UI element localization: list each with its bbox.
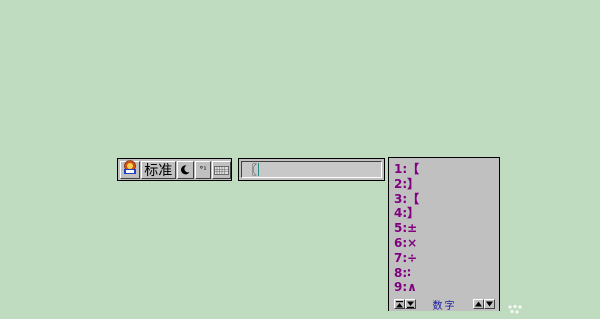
candidate-item[interactable]: 7:÷ xyxy=(394,251,499,266)
candidate-footer: 数字 xyxy=(394,298,495,312)
input-mode-label: 标准 xyxy=(144,162,173,179)
candidate-item[interactable]: 5:± xyxy=(394,221,499,236)
candidate-item[interactable]: 8:∶ xyxy=(394,266,499,281)
candidate-item[interactable]: 9:∧ xyxy=(394,280,499,295)
triangle-down-icon xyxy=(486,301,493,307)
composition-window: 〖 xyxy=(238,158,385,181)
punctuation-icon: °¹ xyxy=(199,165,207,174)
candidate-mode-label: 数字 xyxy=(432,300,457,312)
half-moon-icon xyxy=(180,160,190,179)
candidate-item[interactable]: 6:× xyxy=(394,236,499,251)
first-page-button[interactable] xyxy=(394,299,405,309)
keyboard-icon xyxy=(214,160,230,179)
full-half-width-toggle[interactable] xyxy=(176,160,194,179)
candidate-item[interactable]: 2:】 xyxy=(394,177,499,192)
candidate-item[interactable]: 3:【 xyxy=(394,192,499,207)
ime-status-bar: 标准 °¹ xyxy=(117,158,232,181)
watermark-icon xyxy=(506,300,526,314)
soft-keyboard-button[interactable] xyxy=(212,160,232,179)
composition-field[interactable]: 〖 xyxy=(241,161,382,178)
candidate-item[interactable]: 1:【 xyxy=(394,162,499,177)
last-page-icon xyxy=(407,301,414,308)
candidate-window: 1:【 2:】 3:【 4:】 5:± 6:× 7:÷ 8:∶ 9:∧ 数字 xyxy=(388,157,500,312)
input-mode-button[interactable]: 标准 xyxy=(140,160,176,179)
ime-logo-icon xyxy=(122,160,138,179)
composition-text: 〖 xyxy=(245,163,258,177)
first-page-icon xyxy=(396,300,403,308)
ime-switch-button[interactable] xyxy=(120,160,140,179)
page-down-button[interactable] xyxy=(484,299,495,309)
text-caret xyxy=(258,163,260,176)
candidate-item[interactable]: 4:】 xyxy=(394,206,499,221)
punctuation-toggle[interactable]: °¹ xyxy=(194,160,212,179)
last-page-button[interactable] xyxy=(405,299,416,309)
triangle-up-icon xyxy=(475,301,482,307)
candidate-list: 1:【 2:】 3:【 4:】 5:± 6:× 7:÷ 8:∶ 9:∧ xyxy=(389,158,499,295)
page-up-button[interactable] xyxy=(473,299,484,309)
